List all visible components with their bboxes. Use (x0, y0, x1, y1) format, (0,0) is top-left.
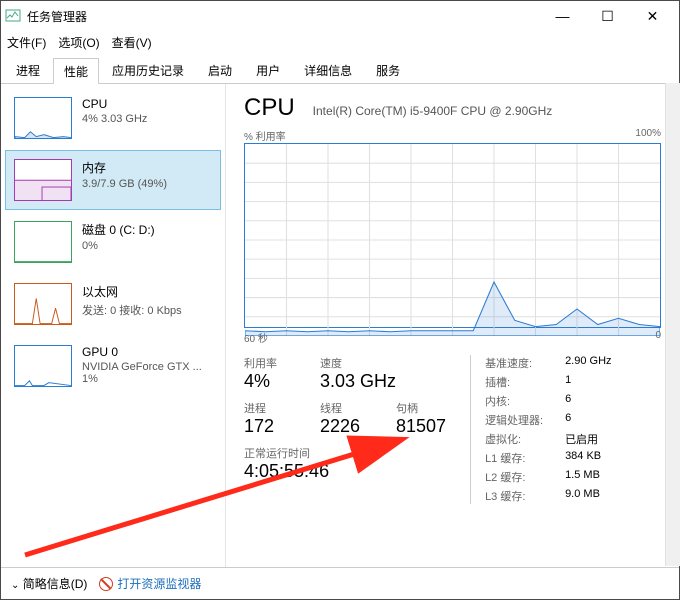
stat-label-uptime: 正常运行时间 (244, 445, 446, 461)
info-val: 6 (565, 393, 571, 409)
tab-startup[interactable]: 启动 (197, 57, 243, 83)
resource-monitor-icon (99, 577, 113, 591)
gpu-mini-chart (14, 345, 72, 387)
info-val: 1 (565, 374, 571, 390)
info-key: L1 缓存: (485, 450, 565, 466)
info-key: 逻辑处理器: (485, 412, 565, 428)
sidebar: CPU 4% 3.03 GHz 内存 3.9/7.9 GB (49%) (1, 84, 226, 567)
disk-mini-chart (14, 221, 72, 263)
window-title: 任务管理器 (27, 8, 540, 25)
tab-processes[interactable]: 进程 (5, 57, 51, 83)
info-val: 2.90 GHz (565, 355, 611, 371)
stat-label-threads: 线程 (320, 400, 376, 416)
tab-details[interactable]: 详细信息 (293, 57, 363, 83)
stat-value-speed: 3.03 GHz (320, 371, 396, 392)
open-resource-monitor-link[interactable]: 打开资源监视器 (99, 575, 201, 592)
info-val: 1.5 MB (565, 469, 600, 485)
stat-label-util: 利用率 (244, 355, 300, 371)
chart-label-topleft: % 利用率 (244, 128, 286, 143)
titlebar[interactable]: 任务管理器 — ☐ ✕ (1, 1, 679, 31)
window-controls: — ☐ ✕ (540, 2, 675, 30)
menu-view[interactable]: 查看(V) (112, 34, 152, 51)
sidebar-item-label: 内存 (82, 159, 167, 176)
info-val: 9.0 MB (565, 488, 600, 504)
stats-area: 利用率 4% 速度 3.03 GHz 进程 172 (244, 355, 661, 504)
tab-performance[interactable]: 性能 (53, 58, 99, 84)
memory-mini-chart (14, 159, 72, 201)
stat-value-processes: 172 (244, 416, 300, 437)
cpu-model: Intel(R) Core(TM) i5-9400F CPU @ 2.90GHz (313, 104, 553, 118)
tab-services[interactable]: 服务 (365, 57, 411, 83)
scrollbar[interactable] (665, 83, 680, 566)
cpu-utilization-chart[interactable] (244, 143, 661, 328)
stat-label-processes: 进程 (244, 400, 300, 416)
page-title: CPU (244, 94, 295, 122)
ethernet-mini-chart (14, 283, 72, 325)
body: CPU 4% 3.03 GHz 内存 3.9/7.9 GB (49%) (1, 84, 679, 567)
info-key: L2 缓存: (485, 469, 565, 485)
tabs: 进程 性能 应用历史记录 启动 用户 详细信息 服务 (1, 53, 679, 84)
statusbar: ⌄ 简略信息(D) 打开资源监视器 (1, 567, 679, 599)
chevron-down-icon: ⌄ (11, 580, 19, 591)
main-panel: CPU Intel(R) Core(TM) i5-9400F CPU @ 2.9… (226, 84, 679, 567)
tab-users[interactable]: 用户 (245, 57, 291, 83)
sidebar-item-gpu[interactable]: GPU 0 NVIDIA GeForce GTX ... 1% (5, 336, 221, 396)
sidebar-item-disk[interactable]: 磁盘 0 (C: D:) 0% (5, 212, 221, 272)
maximize-button[interactable]: ☐ (585, 2, 630, 30)
info-key: 虚拟化: (485, 431, 565, 447)
stat-label-handles: 句柄 (396, 400, 446, 416)
stat-value-util: 4% (244, 371, 300, 392)
info-key: 插槽: (485, 374, 565, 390)
fewer-details-button[interactable]: ⌄ 简略信息(D) (11, 575, 87, 592)
sidebar-item-value: 4% 3.03 GHz (82, 113, 147, 125)
sidebar-item-label: GPU 0 (82, 345, 212, 359)
info-val: 384 KB (565, 450, 601, 466)
sidebar-item-label: CPU (82, 97, 147, 111)
menu-options[interactable]: 选项(O) (58, 34, 99, 51)
info-key: L3 缓存: (485, 488, 565, 504)
sidebar-item-cpu[interactable]: CPU 4% 3.03 GHz (5, 88, 221, 148)
info-key: 基准速度: (485, 355, 565, 371)
app-icon (5, 8, 21, 24)
sidebar-item-memory[interactable]: 内存 3.9/7.9 GB (49%) (5, 150, 221, 210)
stat-value-uptime: 4:05:55:46 (244, 461, 446, 482)
sidebar-item-value: 0% (82, 240, 155, 252)
sidebar-item-ethernet[interactable]: 以太网 发送: 0 接收: 0 Kbps (5, 274, 221, 334)
menu-file[interactable]: 文件(F) (7, 34, 46, 51)
info-key: 内核: (485, 393, 565, 409)
info-val: 6 (565, 412, 571, 428)
menubar: 文件(F) 选项(O) 查看(V) (1, 31, 679, 53)
sidebar-item-value: 3.9/7.9 GB (49%) (82, 178, 167, 190)
chart-label-topright: 100% (635, 128, 661, 143)
sidebar-item-value: 发送: 0 接收: 0 Kbps (82, 302, 182, 318)
stat-label-speed: 速度 (320, 355, 396, 371)
cpu-mini-chart (14, 97, 72, 139)
sidebar-item-label: 以太网 (82, 283, 182, 300)
cpu-info-list: 基准速度:2.90 GHz 插槽:1 内核:6 逻辑处理器:6 虚拟化:已启用 … (470, 355, 661, 504)
task-manager-window: 任务管理器 — ☐ ✕ 文件(F) 选项(O) 查看(V) 进程 性能 应用历史… (0, 0, 680, 600)
close-button[interactable]: ✕ (630, 2, 675, 30)
sidebar-item-value: NVIDIA GeForce GTX ... 1% (82, 361, 212, 385)
sidebar-item-label: 磁盘 0 (C: D:) (82, 221, 155, 238)
stat-value-threads: 2226 (320, 416, 376, 437)
tab-app-history[interactable]: 应用历史记录 (101, 57, 195, 83)
stat-value-handles: 81507 (396, 416, 446, 437)
info-val: 已启用 (565, 431, 598, 447)
minimize-button[interactable]: — (540, 2, 585, 30)
